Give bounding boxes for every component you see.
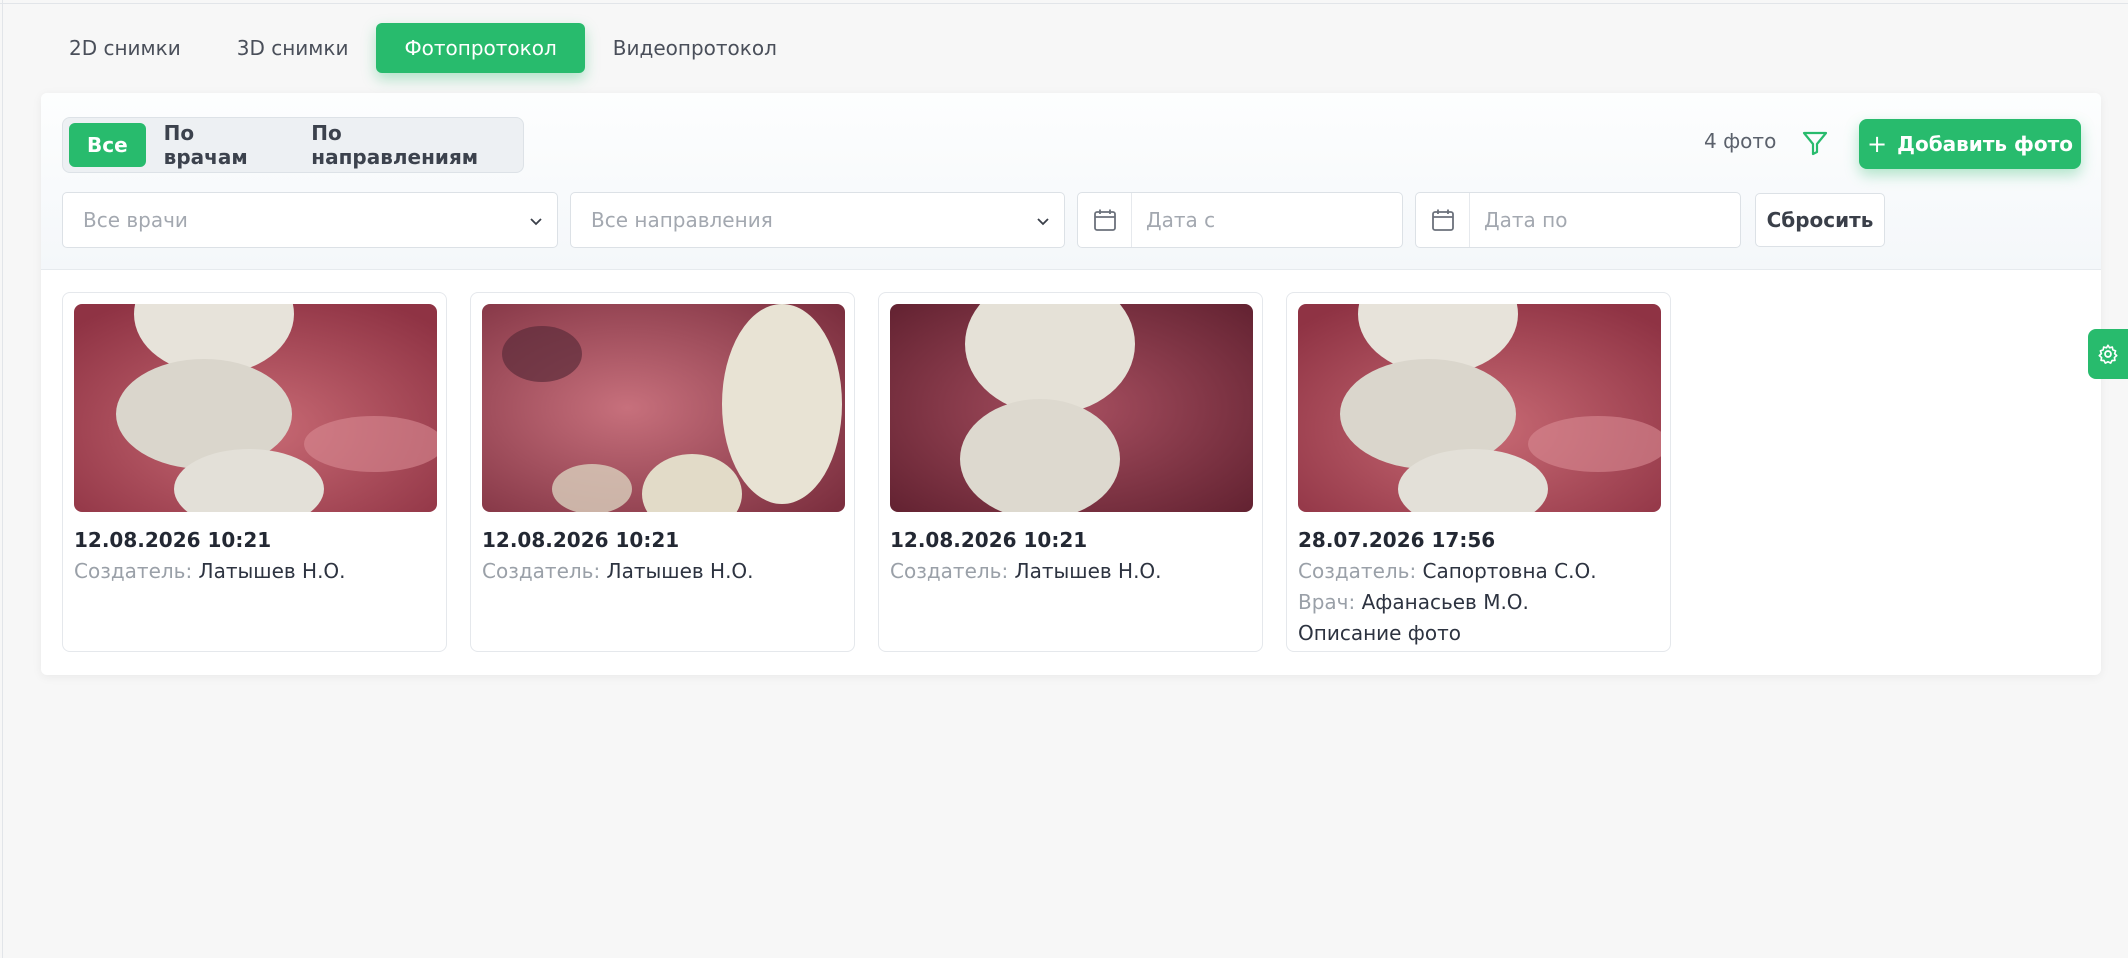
creator-label: Создатель: xyxy=(74,559,193,583)
add-photo-button[interactable]: + Добавить фото xyxy=(1859,119,2081,169)
segment-by-doctors[interactable]: По врачам xyxy=(146,121,294,169)
reset-filters-button[interactable]: Сбросить xyxy=(1755,193,1885,247)
photo-thumbnail[interactable] xyxy=(890,304,1253,512)
photo-card[interactable]: 12.08.2026 10:21 Создатель: Латышев Н.О. xyxy=(878,292,1263,652)
date-from-placeholder: Дата с xyxy=(1146,208,1216,232)
tab-photo-protocol[interactable]: Фотопротокол xyxy=(376,23,585,73)
photo-protocol-panel: Все По врачам По направлениям 4 фото + Д… xyxy=(41,93,2101,675)
add-photo-label: Добавить фото xyxy=(1897,132,2073,156)
chevron-down-icon xyxy=(1037,218,1049,226)
doctor-label: Врач: xyxy=(1298,590,1356,614)
photo-creator: Создатель: Латышев Н.О. xyxy=(74,559,346,583)
grouping-segmented-control: Все По врачам По направлениям xyxy=(62,117,524,173)
tab-2d-images[interactable]: 2D снимки xyxy=(41,23,209,73)
doctor-select[interactable]: Все врачи xyxy=(62,192,558,248)
photo-doctor: Врач: Афанасьев М.О. xyxy=(1298,590,1529,614)
creator-label: Создатель: xyxy=(482,559,601,583)
doctor-select-placeholder: Все врачи xyxy=(83,208,188,232)
photo-card[interactable]: 12.08.2026 10:21 Создатель: Латышев Н.О. xyxy=(62,292,447,652)
left-divider xyxy=(2,0,3,958)
segment-by-directions[interactable]: По направлениям xyxy=(293,121,517,169)
photo-creator: Создатель: Латышев Н.О. xyxy=(482,559,754,583)
photo-datetime: 28.07.2026 17:56 xyxy=(1298,528,1496,552)
calendar-icon[interactable] xyxy=(1416,193,1470,247)
photo-creator: Создатель: Сапортовна С.О. xyxy=(1298,559,1597,583)
photo-card[interactable]: 12.08.2026 10:21 Создатель: Латышев Н.О. xyxy=(470,292,855,652)
photo-datetime: 12.08.2026 10:21 xyxy=(890,528,1088,552)
top-divider xyxy=(0,3,2128,4)
direction-select[interactable]: Все направления xyxy=(570,192,1065,248)
direction-select-placeholder: Все направления xyxy=(591,208,773,232)
creator-name: Сапортовна С.О. xyxy=(1422,559,1597,583)
filter-funnel-icon[interactable] xyxy=(1801,129,1829,157)
creator-name: Латышев Н.О. xyxy=(606,559,754,583)
gear-icon xyxy=(2098,344,2118,364)
photo-thumbnail[interactable] xyxy=(74,304,437,512)
settings-side-button[interactable] xyxy=(2088,329,2128,379)
creator-name: Латышев Н.О. xyxy=(1014,559,1162,583)
calendar-icon[interactable] xyxy=(1078,193,1132,247)
photo-description: Описание фото xyxy=(1298,621,1462,645)
creator-label: Создатель: xyxy=(1298,559,1417,583)
tab-video-protocol[interactable]: Видеопротокол xyxy=(585,23,805,73)
date-to-placeholder: Дата по xyxy=(1484,208,1568,232)
photo-thumbnail[interactable] xyxy=(482,304,845,512)
photo-card[interactable]: 28.07.2026 17:56 Создатель: Сапортовна С… xyxy=(1286,292,1671,652)
tab-3d-images[interactable]: 3D снимки xyxy=(209,23,377,73)
date-from-field[interactable]: Дата с xyxy=(1077,192,1403,248)
media-tabs: 2D снимки 3D снимки Фотопротокол Видеопр… xyxy=(41,23,805,73)
doctor-name: Афанасьев М.О. xyxy=(1361,590,1529,614)
photo-count: 4 фото xyxy=(1704,129,1777,153)
date-to-field[interactable]: Дата по xyxy=(1415,192,1741,248)
photo-datetime: 12.08.2026 10:21 xyxy=(482,528,680,552)
plus-icon: + xyxy=(1867,130,1888,158)
creator-label: Создатель: xyxy=(890,559,1009,583)
photo-creator: Создатель: Латышев Н.О. xyxy=(890,559,1162,583)
panel-toolbar: Все По врачам По направлениям 4 фото + Д… xyxy=(41,93,2101,270)
chevron-down-icon xyxy=(530,218,542,226)
photo-thumbnail[interactable] xyxy=(1298,304,1661,512)
photo-datetime: 12.08.2026 10:21 xyxy=(74,528,272,552)
segment-all[interactable]: Все xyxy=(69,123,146,167)
creator-name: Латышев Н.О. xyxy=(198,559,346,583)
